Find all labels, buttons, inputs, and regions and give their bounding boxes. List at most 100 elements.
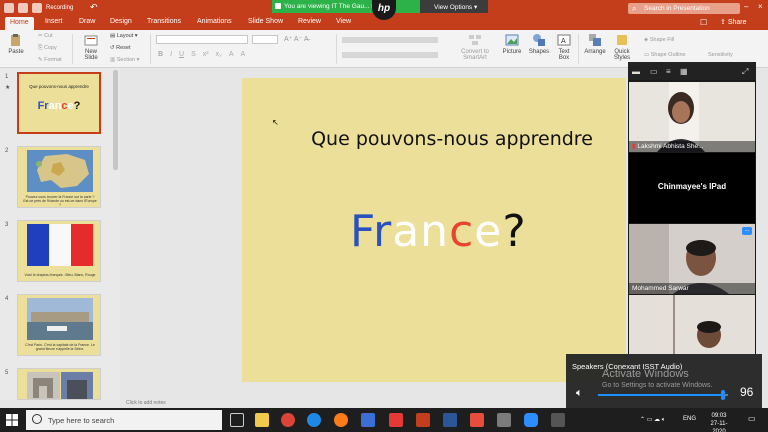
alignment-controls-row[interactable] [342,52,438,58]
tray-icons[interactable]: ⌃ ▭ ☁ 🔈︎ [640,416,665,424]
edge-icon[interactable] [307,413,321,427]
undo-icon[interactable]: ↶ [90,2,98,13]
font-family-select[interactable] [156,35,248,44]
ribbon-separator [336,34,337,64]
tab-design[interactable]: Design [110,18,132,25]
slide-number: 1 [5,74,9,80]
text-box-button[interactable]: A Text Box [554,33,574,61]
tab-home[interactable]: Home [5,17,34,30]
gallery-view-icon[interactable]: ▦ [680,67,688,76]
font-color-button[interactable]: A [240,51,245,58]
minimize-icon[interactable]: – [744,2,748,11]
reset-button[interactable]: ↺ Reset [110,45,131,51]
participant-tile[interactable]: Chinmayee's IPad [629,153,755,223]
new-slide-button[interactable]: New Slide [78,33,104,61]
single-view-icon[interactable]: ▭ [650,67,658,76]
autosave-icon[interactable] [4,3,14,13]
subscript-button[interactable]: x₂ [216,51,222,58]
bold-button[interactable]: B [158,51,163,58]
tab-slide-show[interactable]: Slide Show [248,18,283,25]
strikethrough-button[interactable]: S [191,51,196,58]
thumbnail-scrollbar[interactable] [113,70,118,170]
picture-button[interactable]: Picture [500,33,524,55]
paste-button[interactable]: Paste [5,33,27,55]
file-explorer-icon[interactable] [255,413,269,427]
powerpoint-icon[interactable] [416,413,430,427]
convert-smartart-button[interactable]: Convert to SmartArt [455,33,495,61]
slide-title[interactable]: Que pouvons-nous apprendre [242,128,626,150]
search-presentation-input[interactable]: ⌕ Search in Presentation [628,3,740,14]
notes-pane[interactable]: Click to add notes [120,400,568,406]
participant-tile[interactable]: ▮ Lakshmi Abhista She... [629,82,755,152]
tab-insert[interactable]: Insert [45,18,63,25]
paragraph-controls-row[interactable] [342,37,438,43]
notification-icon[interactable]: ▭ [748,414,756,423]
app-icon[interactable] [551,413,565,427]
slide-thumbnail-1[interactable]: Que pouvons-nous apprendre France? [17,72,101,134]
app-icon[interactable] [497,413,511,427]
language-indicator[interactable]: ENG [683,416,696,422]
strip-view-icon[interactable]: ≡ [666,67,671,76]
speaker-icon[interactable]: 🔈︎ [576,387,583,400]
font-size-select[interactable] [252,35,278,44]
shapes-button[interactable]: Shapes [528,33,550,55]
current-slide[interactable]: Que pouvons-nous apprendre France? [242,78,626,382]
sensitivity-label: Sensitivity [708,52,733,58]
sensitivity-button[interactable]: Sensitivity [708,52,733,58]
quick-styles-button[interactable]: Quick Styles [611,33,633,61]
format-painter-button[interactable]: ✎ Format [38,57,62,63]
share-button[interactable]: ⇪ Share [720,18,747,26]
more-options-button[interactable]: ... [742,227,752,235]
acrobat-icon[interactable] [470,413,484,427]
section-button[interactable]: ▥ Section ▾ [110,57,139,63]
text-box-icon: A [557,34,571,46]
internet-explorer-icon[interactable] [361,413,375,427]
close-icon[interactable]: × [758,2,763,11]
participant-tile[interactable]: ... Mohammed Sarwar [629,224,755,294]
participant-name: ▮ Lakshmi Abhista She... [632,143,704,150]
slide-thumbnail-5[interactable] [17,368,101,400]
media-player-icon[interactable] [389,413,403,427]
volume-slider[interactable] [598,390,728,400]
system-clock[interactable]: 09:03 27-11-2020 [704,412,734,432]
superscript-button[interactable]: x² [203,51,209,58]
search-icon [32,414,42,424]
underline-button[interactable]: U [179,51,184,58]
word-icon[interactable] [443,413,457,427]
windows-start-icon[interactable] [6,414,18,426]
arrange-button[interactable]: Arrange [583,33,607,55]
slide-thumbnail-4[interactable]: C'est Paris. C'est la capitale de la Fra… [17,294,101,356]
exit-view-icon[interactable]: ⤢ [742,67,748,77]
shape-outline-button[interactable]: ▭ Shape Outline [644,52,686,58]
tab-transitions[interactable]: Transitions [147,18,181,25]
slide-france-text[interactable]: France? [350,206,527,257]
taskbar-search-input[interactable]: Type here to search [26,410,222,430]
shape-fill-button[interactable]: ◈ Shape Fill [644,37,674,43]
volume-slider-thumb[interactable] [720,390,725,400]
firefox-icon[interactable] [334,413,348,427]
home-icon[interactable] [18,3,28,13]
tab-draw[interactable]: Draw [79,18,95,25]
cut-button[interactable]: ✂ Cut [38,33,53,39]
layout-button[interactable]: ▤ Layout ▾ [110,33,138,39]
minimize-video-icon[interactable]: ▬ [632,67,640,76]
tab-view[interactable]: View [336,18,351,25]
quick-styles-label: Quick Styles [613,49,631,61]
highlight-button[interactable]: A [229,51,234,58]
view-options-button[interactable]: View Options ▾ [420,0,488,13]
search-icon: ⌕ [632,4,637,13]
italic-button[interactable]: I [170,51,172,58]
tab-animations[interactable]: Animations [197,18,232,25]
slide-thumbnail-3[interactable]: Voici le drapeau français : Bleu, Blanc,… [17,220,101,282]
font-size-buttons[interactable]: A⁺ A⁻ A̶ [284,35,309,43]
tab-review[interactable]: Review [298,18,321,25]
save-icon[interactable] [32,3,42,13]
copy-button[interactable]: ⎘ Copy [38,45,57,52]
slide-thumbnail-2[interactable]: Pouvez-vous trouver la France sur la car… [17,146,101,208]
participant-name: Chinmayee's IPad [657,182,727,191]
zoom-icon[interactable] [524,413,538,427]
task-view-icon[interactable] [230,413,244,427]
chrome-icon[interactable] [281,413,295,427]
participant-tile[interactable] [629,295,755,354]
comment-icon[interactable]: ☐ [700,18,707,27]
